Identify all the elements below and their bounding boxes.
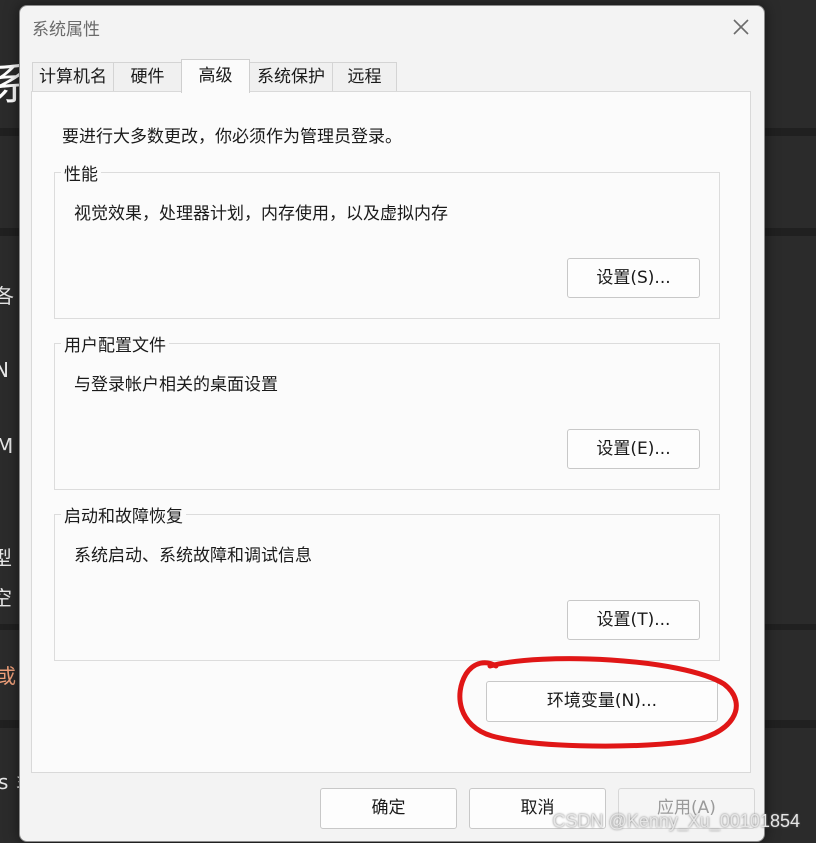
user-profiles-group-title: 用户配置文件	[61, 331, 169, 356]
bg-link-fragment: 或	[0, 664, 16, 688]
dialog-title: 系统属性	[32, 20, 100, 40]
bg-text-fragment: Ɲ	[0, 358, 9, 382]
performance-group-title: 性能	[61, 160, 101, 185]
startup-recovery-description: 系统启动、系统故障和调试信息	[74, 546, 312, 566]
close-icon	[733, 19, 749, 35]
tab-hardware[interactable]: 硬件	[113, 62, 182, 91]
bg-text-fragment: 空	[0, 586, 12, 610]
user-profiles-group: 用户配置文件 与登录帐户相关的桌面设置 设置(E)...	[54, 331, 720, 490]
close-button[interactable]	[726, 12, 756, 42]
performance-group: 性能 视觉效果，处理器计划，内存使用，以及虚拟内存 设置(S)...	[54, 160, 720, 319]
ok-button[interactable]: 确定	[320, 788, 457, 829]
title-bar: 系统属性	[20, 6, 764, 50]
performance-description: 视觉效果，处理器计划，内存使用，以及虚拟内存	[74, 204, 448, 224]
tab-remote[interactable]: 远程	[332, 62, 397, 91]
tab-advanced[interactable]: 高级	[181, 59, 250, 93]
startup-recovery-group-title: 启动和故障恢复	[61, 502, 186, 527]
bg-text-fragment: 各	[0, 284, 14, 308]
user-profiles-description: 与登录帐户相关的桌面设置	[74, 375, 278, 395]
environment-variables-button[interactable]: 环境变量(N)...	[486, 681, 718, 722]
tab-computer-name[interactable]: 计算机名	[32, 62, 114, 91]
admin-note: 要进行大多数更改，你必须作为管理员登录。	[62, 127, 402, 147]
user-profiles-settings-button[interactable]: 设置(E)...	[567, 429, 700, 469]
system-properties-dialog: 系统属性 计算机名 硬件 高级 系统保护 远程 要进行大多数更改，你必须作为管理…	[19, 5, 765, 842]
tab-system-protection[interactable]: 系统保护	[249, 62, 333, 91]
advanced-tab-panel: 要进行大多数更改，你必须作为管理员登录。 性能 视觉效果，处理器计划，内存使用，…	[31, 91, 751, 773]
watermark: CSDN @Kenny_Xu_00101854	[552, 811, 800, 831]
bg-text-fragment: 型	[0, 546, 12, 570]
bg-text-fragment: M	[0, 434, 14, 458]
performance-settings-button[interactable]: 设置(S)...	[567, 258, 700, 298]
startup-recovery-settings-button[interactable]: 设置(T)...	[567, 600, 700, 640]
startup-recovery-group: 启动和故障恢复 系统启动、系统故障和调试信息 设置(T)...	[54, 502, 720, 661]
